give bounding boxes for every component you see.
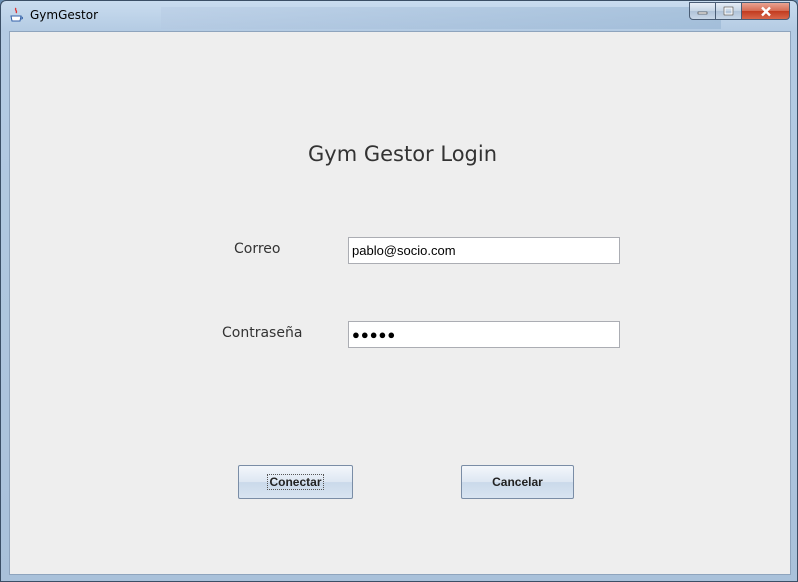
email-label: Correo	[234, 241, 281, 257]
password-field[interactable]: ●●●●●	[348, 321, 620, 348]
java-app-icon[interactable]	[9, 7, 23, 23]
login-heading: Gym Gestor Login	[308, 142, 498, 166]
window-title: GymGestor	[30, 8, 99, 22]
title-bar[interactable]: GymGestor	[1, 1, 797, 29]
login-panel: Gym Gestor Login Correo pablo@socio.com …	[9, 31, 791, 575]
email-field[interactable]: pablo@socio.com	[348, 237, 620, 264]
cancel-button-label: Cancelar	[492, 475, 543, 489]
maximize-button[interactable]	[715, 2, 742, 20]
maximize-icon	[723, 6, 734, 16]
minimize-button[interactable]	[689, 2, 716, 20]
cancel-button[interactable]: Cancelar	[461, 465, 574, 499]
password-label: Contraseña	[222, 325, 303, 341]
close-icon	[760, 6, 771, 16]
app-window: GymGestor Gym Gestor Login Correo pablo@…	[0, 0, 798, 582]
minimize-icon	[697, 11, 708, 15]
close-button[interactable]	[741, 2, 790, 20]
connect-button[interactable]: Conectar	[238, 465, 353, 499]
title-bar-background	[161, 7, 721, 29]
connect-button-label: Conectar	[267, 474, 324, 490]
